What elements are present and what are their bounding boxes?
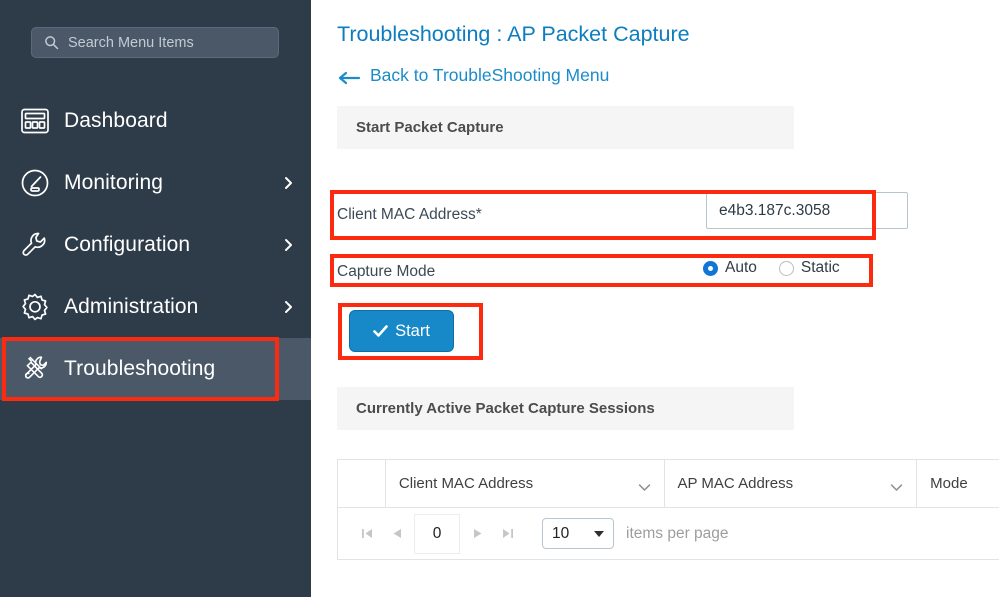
chevron-right-icon: [283, 299, 294, 315]
capture-mode-option-auto[interactable]: Auto: [703, 259, 757, 277]
sidebar-item-monitoring[interactable]: Monitoring: [0, 152, 311, 214]
client-mac-address-input[interactable]: [706, 192, 908, 229]
gear-icon: [18, 290, 52, 324]
sidebar-item-configuration[interactable]: Configuration: [0, 214, 311, 276]
table-header-client-mac-address[interactable]: Client MAC Address: [386, 460, 665, 507]
last-page-button[interactable]: [492, 520, 522, 548]
table-header-mode[interactable]: Mode: [917, 460, 999, 507]
last-page-icon: [500, 526, 515, 541]
active-sessions-panel-header: Currently Active Packet Capture Sessions: [337, 387, 794, 430]
arrow-left-icon: [337, 69, 361, 84]
radio-auto-label: Auto: [725, 259, 757, 276]
current-page-value[interactable]: 0: [414, 513, 460, 554]
radio-static-icon[interactable]: [778, 260, 794, 276]
prev-page-icon: [390, 526, 405, 541]
back-link-label: Back to TroubleShooting Menu: [370, 65, 610, 85]
search-input[interactable]: [68, 28, 278, 57]
start-button[interactable]: Start: [349, 310, 454, 352]
sidebar: Dashboard Monitoring: [0, 0, 311, 597]
troubleshooting-icon: [18, 352, 52, 386]
dashboard-icon: [18, 104, 52, 138]
main-content: Troubleshooting : AP Packet Capture Back…: [311, 0, 999, 597]
start-button-label: Start: [395, 321, 430, 340]
chevron-down-icon: [594, 530, 604, 537]
previous-page-button[interactable]: [382, 520, 412, 548]
sidebar-item-label: Troubleshooting: [64, 357, 216, 380]
page-size-select[interactable]: 10: [542, 518, 614, 549]
radio-static-label: Static: [800, 259, 840, 276]
next-page-button[interactable]: [462, 520, 492, 548]
wrench-icon: [18, 228, 52, 262]
active-sessions-table: Client MAC Address AP MAC Address Mode 0…: [337, 459, 999, 560]
first-page-button[interactable]: [352, 520, 382, 548]
table-header-select-column: [338, 460, 386, 507]
app-root: Dashboard Monitoring: [0, 0, 999, 597]
check-icon: [373, 324, 388, 338]
chevron-down-icon[interactable]: [638, 479, 651, 491]
sidebar-item-label: Configuration: [64, 233, 191, 256]
chevron-down-icon[interactable]: [890, 479, 903, 491]
page-title: Troubleshooting : AP Packet Capture: [337, 22, 690, 46]
sidebar-nav: Dashboard Monitoring Configuration Admin…: [0, 90, 311, 400]
sidebar-item-dashboard[interactable]: Dashboard: [0, 90, 311, 152]
first-page-icon: [360, 526, 375, 541]
table-header-ap-mac-address[interactable]: AP MAC Address: [665, 460, 918, 507]
sidebar-item-troubleshooting[interactable]: Troubleshooting: [0, 338, 311, 400]
capture-mode-label: Capture Mode: [337, 263, 436, 280]
next-page-icon: [470, 526, 485, 541]
search-box[interactable]: [31, 27, 279, 58]
chevron-right-icon: [283, 237, 294, 253]
sidebar-item-label: Dashboard: [64, 109, 168, 132]
back-to-troubleshooting-menu-link[interactable]: Back to TroubleShooting Menu: [337, 65, 609, 86]
search-icon: [44, 35, 59, 50]
client-mac-address-label: Client MAC Address*: [337, 206, 482, 223]
capture-mode-radio-group: Auto Static: [703, 259, 840, 277]
chevron-right-icon: [283, 175, 294, 191]
items-per-page-label: items per page: [626, 524, 729, 542]
capture-mode-option-static[interactable]: Static: [778, 259, 840, 277]
page-size-value: 10: [552, 524, 570, 542]
sidebar-item-label: Monitoring: [64, 171, 164, 194]
radio-auto-icon[interactable]: [703, 260, 718, 276]
gauge-icon: [18, 166, 52, 200]
table-pagination: 0 10 items per page: [338, 508, 999, 559]
sidebar-item-administration[interactable]: Administration: [0, 276, 311, 338]
sidebar-item-label: Administration: [64, 295, 199, 318]
table-header-row: Client MAC Address AP MAC Address Mode: [338, 460, 999, 508]
start-packet-capture-panel-header: Start Packet Capture: [337, 106, 794, 149]
